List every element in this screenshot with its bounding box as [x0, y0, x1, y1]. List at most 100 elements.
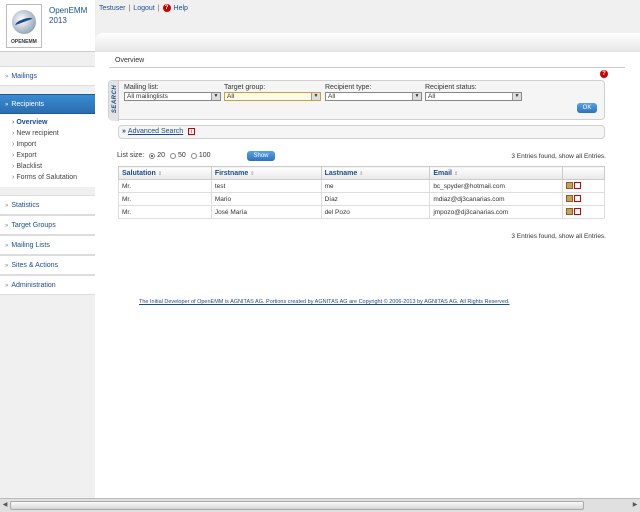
- chevron-right-icon: »: [122, 128, 126, 135]
- cell-salutation: Mr.: [118, 192, 212, 206]
- select-value: All: [428, 93, 436, 100]
- delete-icon[interactable]: [574, 182, 582, 190]
- cell-email: mdiaz@dj3canarias.com: [429, 192, 564, 206]
- bullet-icon: ›: [12, 141, 15, 148]
- filter-mailing-list: Mailing list: All mailinglists ▼: [124, 84, 221, 101]
- column-header-lastname[interactable]: Lastname ⇕: [320, 166, 431, 180]
- sidebar-item-statistics[interactable]: » Statistics: [0, 195, 95, 215]
- help-icon[interactable]: ?: [162, 4, 171, 12]
- sidebar-item-sites-actions[interactable]: » Sites & Actions: [0, 255, 95, 275]
- help-link[interactable]: Help: [174, 5, 188, 12]
- openemm-logo[interactable]: OPENEMM: [6, 4, 42, 48]
- sort-icon[interactable]: ⇕: [454, 171, 458, 177]
- bullet-icon: ›: [12, 163, 15, 170]
- sidebar-item-mailing-lists[interactable]: » Mailing Lists: [0, 235, 95, 255]
- table-row[interactable]: Mr. Mario Díaz mdiaz@dj3canarias.com: [118, 192, 605, 206]
- scrollbar-thumb[interactable]: [10, 501, 584, 510]
- cell-lastname: Díaz: [320, 192, 431, 206]
- logout-link[interactable]: Logout: [133, 5, 154, 12]
- advanced-search-link[interactable]: Advanced Search: [128, 128, 183, 135]
- recipients-submenu: › Overview › New recipient › Import › Export…: [0, 114, 95, 187]
- scroll-left-icon[interactable]: ◀: [1, 501, 9, 510]
- edit-icon[interactable]: [566, 208, 574, 216]
- delete-icon[interactable]: [574, 208, 582, 216]
- submenu-item-blacklist[interactable]: › Blacklist: [0, 161, 95, 172]
- table-row[interactable]: Mr. test me bc_spyder@hotmail.com: [118, 179, 605, 193]
- cell-actions: [562, 205, 605, 219]
- submenu-label: New recipient: [16, 130, 59, 137]
- table-header-row: Salutation ⇕ Firstname ⇕ Lastname ⇕ Email ⇕: [118, 166, 605, 180]
- submenu-label: Blacklist: [16, 163, 43, 170]
- app-name-line2: 2013: [49, 16, 67, 25]
- sidebar-item-label: Target Groups: [11, 222, 56, 229]
- scroll-right-icon[interactable]: ▶: [631, 501, 639, 510]
- recipient-type-select[interactable]: All ▼: [325, 92, 422, 101]
- delete-icon[interactable]: [574, 195, 582, 203]
- filter-target-group: Target group: All ▼: [224, 84, 321, 101]
- sidebar-item-administration[interactable]: » Administration: [0, 275, 95, 295]
- chevron-right-icon: »: [5, 74, 9, 80]
- sort-icon[interactable]: ⇕: [359, 171, 363, 177]
- column-header-email[interactable]: Email ⇕: [429, 166, 564, 180]
- header-band: [95, 33, 640, 52]
- show-button[interactable]: Show: [247, 151, 275, 161]
- horizontal-scrollbar[interactable]: ◀ ▶: [0, 498, 640, 512]
- user-link[interactable]: Testuser: [99, 5, 125, 12]
- sort-icon[interactable]: ⇕: [250, 171, 254, 177]
- search-panel-label: SEARCH: [109, 81, 119, 121]
- sidebar-item-mailings[interactable]: » Mailings: [0, 66, 95, 86]
- entries-found-bottom: 3 Entries found, show all Entries.: [511, 233, 606, 240]
- header-label: Salutation: [122, 169, 156, 177]
- chevron-right-icon: »: [5, 223, 9, 229]
- sidebar-item-recipients[interactable]: » Recipients: [0, 94, 95, 114]
- list-size-radio-50[interactable]: [170, 152, 177, 159]
- sort-icon[interactable]: ⇕: [158, 171, 162, 177]
- cell-email: jmpozo@dj3canarias.com: [429, 205, 564, 219]
- column-header-actions: [562, 166, 605, 180]
- recipient-status-select[interactable]: All ▼: [425, 92, 522, 101]
- dropdown-arrow-icon: ▼: [412, 93, 421, 100]
- separator: |: [128, 4, 131, 12]
- help-icon[interactable]: ?: [600, 70, 608, 78]
- cell-salutation: Mr.: [118, 205, 212, 219]
- cell-lastname: me: [320, 179, 431, 193]
- chevron-right-icon: »: [5, 203, 9, 209]
- header-label: Lastname: [324, 169, 358, 177]
- ok-button[interactable]: OK: [577, 103, 597, 113]
- cell-salutation: Mr.: [118, 179, 212, 193]
- sidebar-item-label: Statistics: [11, 202, 40, 209]
- sidebar-item-target-groups[interactable]: » Target Groups: [0, 215, 95, 235]
- submenu-item-forms-of-salutation[interactable]: › Forms of Salutation: [0, 172, 95, 183]
- filter-label: Recipient status:: [425, 84, 477, 91]
- filter-label: Mailing list:: [124, 84, 159, 91]
- dropdown-arrow-icon: ▼: [211, 93, 220, 100]
- tab-overview[interactable]: Overview: [115, 57, 144, 64]
- submenu-label: Export: [16, 152, 37, 159]
- search-panel: SEARCH Mailing list: All mailinglists ▼ T…: [108, 80, 605, 121]
- copyright-footer[interactable]: The Initial Developer of OpenEMM is AGNI…: [139, 299, 510, 305]
- bullet-icon: ›: [12, 152, 15, 159]
- edit-icon[interactable]: [566, 195, 574, 203]
- cell-firstname: test: [210, 179, 322, 193]
- app-name: OpenEMM 2013: [49, 6, 87, 26]
- submenu-item-overview[interactable]: › Overview: [0, 117, 95, 128]
- submenu-item-import[interactable]: › Import: [0, 139, 95, 150]
- submenu-item-export[interactable]: › Export: [0, 150, 95, 161]
- submenu-label: Forms of Salutation: [16, 174, 78, 181]
- list-size-label: List size:: [117, 152, 145, 159]
- select-value: All mailinglists: [127, 93, 168, 100]
- mailing-list-select[interactable]: All mailinglists ▼: [124, 92, 221, 101]
- list-size-radio-100[interactable]: [190, 152, 197, 159]
- column-header-salutation[interactable]: Salutation ⇕: [118, 166, 212, 180]
- column-header-firstname[interactable]: Firstname ⇕: [210, 166, 322, 180]
- edit-icon[interactable]: [566, 182, 574, 190]
- submenu-item-new-recipient[interactable]: › New recipient: [0, 128, 95, 139]
- list-size-radio-20[interactable]: [149, 152, 156, 159]
- target-group-select[interactable]: All ▼: [224, 92, 321, 101]
- info-icon[interactable]: i: [188, 127, 196, 135]
- bullet-icon: ›: [12, 130, 15, 137]
- radio-label: 100: [198, 152, 211, 159]
- cell-actions: [562, 179, 605, 193]
- table-row[interactable]: Mr. José María del Pozo jmpozo@dj3canari…: [118, 205, 605, 219]
- submenu-label: Overview: [16, 119, 48, 126]
